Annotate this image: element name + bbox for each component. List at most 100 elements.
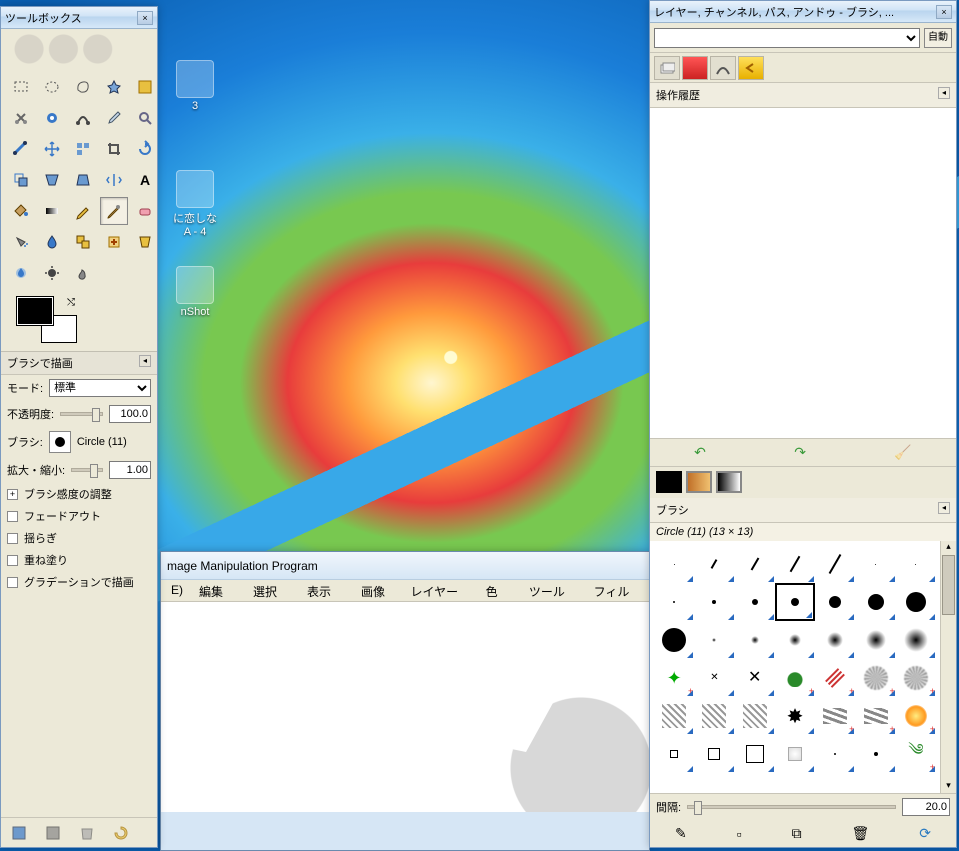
toolbox-titlebar[interactable]: ツールボックス × bbox=[1, 7, 157, 29]
duplicate-brush-icon[interactable]: ⧉ bbox=[792, 825, 802, 842]
brush-cell[interactable]: ✕ bbox=[735, 659, 775, 697]
tool-scale[interactable] bbox=[7, 166, 35, 194]
brush-cell[interactable] bbox=[654, 583, 694, 621]
tool-align[interactable] bbox=[69, 135, 97, 163]
collapse-icon[interactable]: ◂ bbox=[938, 87, 950, 99]
brush-name[interactable]: Circle (11) bbox=[77, 436, 127, 448]
brush-cell[interactable] bbox=[855, 621, 895, 659]
check-jitter[interactable]: 揺らぎ bbox=[1, 527, 157, 549]
brush-cell[interactable] bbox=[855, 545, 895, 583]
dock-titlebar[interactable]: レイヤー, チャンネル, パス, アンドゥ - ブラシ, ... × bbox=[650, 1, 956, 23]
brush-cell[interactable] bbox=[654, 735, 694, 773]
color-fgbg[interactable]: ⤭ bbox=[17, 297, 77, 343]
tab-undo[interactable] bbox=[738, 56, 764, 80]
tool-rect-select[interactable] bbox=[7, 73, 35, 101]
desktop-icon[interactable]: nShot bbox=[160, 266, 230, 318]
brush-cell[interactable]: ✦+ bbox=[654, 659, 694, 697]
brush-cell[interactable] bbox=[735, 583, 775, 621]
brush-cell[interactable] bbox=[694, 735, 734, 773]
spacing-input[interactable] bbox=[902, 798, 950, 816]
brush-cell[interactable] bbox=[735, 697, 775, 735]
brush-cell[interactable]: + bbox=[775, 659, 815, 697]
brush-cell[interactable] bbox=[654, 545, 694, 583]
brush-cell[interactable] bbox=[815, 545, 855, 583]
tool-scissors[interactable] bbox=[7, 104, 35, 132]
brush-preview[interactable] bbox=[49, 431, 71, 453]
restore-options-icon[interactable] bbox=[45, 825, 61, 841]
collapse-icon[interactable]: ◂ bbox=[938, 502, 950, 514]
tool-rotate[interactable] bbox=[131, 135, 157, 163]
check-incremental[interactable]: 重ね塗り bbox=[1, 549, 157, 571]
tool-crop[interactable] bbox=[100, 135, 128, 163]
brush-cell[interactable]: + bbox=[855, 697, 895, 735]
fg-color-swatch[interactable] bbox=[17, 297, 53, 325]
tool-move[interactable] bbox=[38, 135, 66, 163]
tool-fuzzy-select[interactable] bbox=[100, 73, 128, 101]
tab-brushes[interactable] bbox=[656, 471, 682, 493]
tab-paths[interactable] bbox=[710, 56, 736, 80]
brush-cell[interactable] bbox=[694, 583, 734, 621]
undo-icon[interactable]: ↶ bbox=[694, 444, 706, 461]
brush-cell[interactable] bbox=[896, 621, 936, 659]
menu-item[interactable]: 色(C) bbox=[480, 582, 519, 599]
spacing-slider[interactable] bbox=[687, 805, 896, 809]
tab-channels[interactable] bbox=[682, 56, 708, 80]
check-fadeout[interactable]: フェードアウト bbox=[1, 505, 157, 527]
tool-measure[interactable] bbox=[7, 135, 35, 163]
edit-brush-icon[interactable]: ✎ bbox=[675, 825, 687, 842]
brush-cell[interactable] bbox=[896, 583, 936, 621]
tool-airbrush[interactable] bbox=[7, 228, 35, 256]
brush-cell[interactable] bbox=[694, 697, 734, 735]
tool-heal[interactable] bbox=[100, 228, 128, 256]
brush-cell[interactable] bbox=[855, 583, 895, 621]
brush-cell[interactable] bbox=[735, 545, 775, 583]
tool-clone[interactable] bbox=[69, 228, 97, 256]
image-selector[interactable] bbox=[654, 28, 920, 48]
tool-blend[interactable] bbox=[38, 197, 66, 225]
tool-shear[interactable] bbox=[38, 166, 66, 194]
brush-cell[interactable] bbox=[694, 545, 734, 583]
tab-gradients[interactable] bbox=[716, 471, 742, 493]
desktop-icon[interactable]: 3 bbox=[160, 60, 230, 112]
brush-cell[interactable] bbox=[735, 621, 775, 659]
tool-perspective[interactable] bbox=[69, 166, 97, 194]
brush-cell[interactable]: ✸ bbox=[775, 697, 815, 735]
dynamics-expander[interactable]: ブラシ感度の調整 bbox=[1, 483, 157, 505]
opacity-slider[interactable] bbox=[60, 412, 103, 416]
tool-bucket-fill[interactable] bbox=[7, 197, 35, 225]
brush-cell[interactable] bbox=[775, 583, 815, 621]
brush-cell[interactable] bbox=[654, 697, 694, 735]
tool-free-select[interactable] bbox=[69, 73, 97, 101]
brush-cell[interactable] bbox=[654, 621, 694, 659]
menu-item[interactable]: フィルタ bbox=[588, 582, 645, 599]
brush-cell[interactable] bbox=[735, 735, 775, 773]
history-list[interactable] bbox=[650, 108, 956, 438]
tool-magnify[interactable] bbox=[131, 104, 157, 132]
brush-cell[interactable] bbox=[896, 545, 936, 583]
brush-cell[interactable]: + bbox=[815, 697, 855, 735]
tool-text[interactable]: A bbox=[131, 166, 157, 194]
menu-item[interactable]: 編集(E) bbox=[193, 582, 243, 599]
delete-brush-icon[interactable]: 🗑 bbox=[852, 825, 870, 842]
tool-ellipse-select[interactable] bbox=[38, 73, 66, 101]
brush-scrollbar[interactable]: ▴ ▾ bbox=[940, 541, 956, 793]
tool-paths[interactable] bbox=[69, 104, 97, 132]
brush-cell[interactable]: ✕ bbox=[694, 659, 734, 697]
clear-history-icon[interactable]: 🧹 bbox=[894, 444, 911, 461]
mode-select[interactable]: 標準 bbox=[49, 379, 151, 397]
brush-cell[interactable] bbox=[815, 621, 855, 659]
swap-colors-icon[interactable]: ⤭ bbox=[67, 297, 75, 308]
tool-color-picker[interactable] bbox=[100, 104, 128, 132]
check-gradient[interactable]: グラデーションで描画 bbox=[1, 571, 157, 593]
expand-icon[interactable] bbox=[7, 489, 18, 500]
close-icon[interactable]: × bbox=[137, 11, 153, 25]
brush-cell[interactable] bbox=[775, 621, 815, 659]
empty-canvas[interactable] bbox=[161, 602, 649, 812]
tool-smudge[interactable] bbox=[69, 259, 97, 287]
scale-slider[interactable] bbox=[71, 468, 103, 472]
menu-item[interactable]: ツール(T) bbox=[523, 582, 584, 599]
tool-blur[interactable] bbox=[7, 259, 35, 287]
tab-patterns[interactable] bbox=[686, 471, 712, 493]
auto-button[interactable]: 自動 bbox=[924, 28, 952, 48]
menu-item[interactable]: レイヤー(L) bbox=[405, 582, 476, 599]
